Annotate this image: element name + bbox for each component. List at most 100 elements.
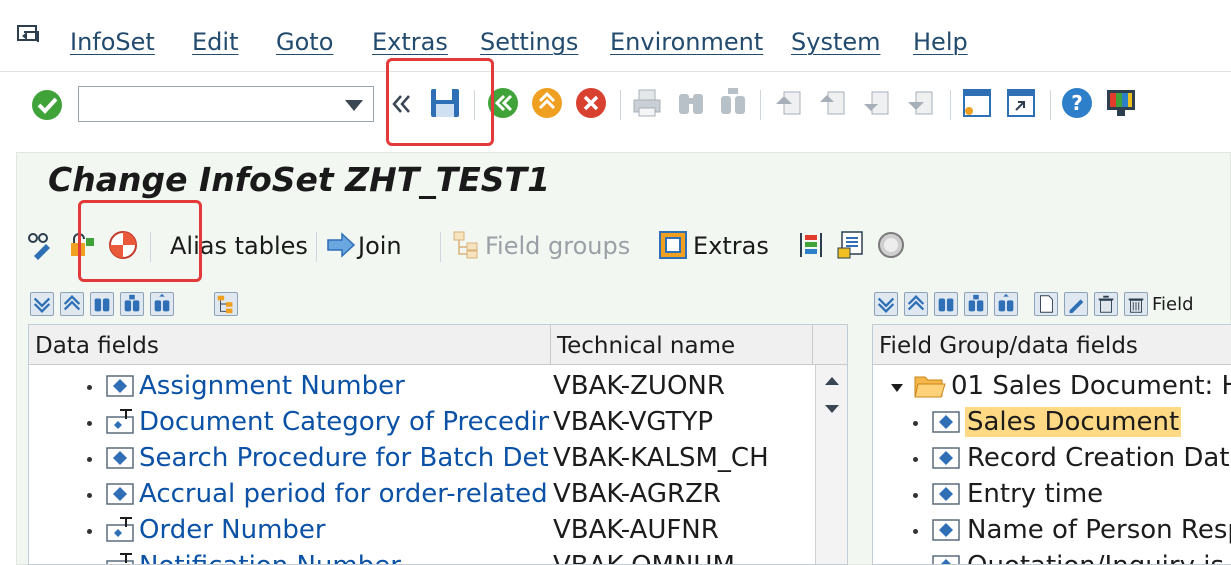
find-next-icon[interactable] — [716, 86, 750, 120]
table-row[interactable]: Document Category of Preceding SD Docume… — [29, 405, 813, 441]
dropdown-arrow-icon[interactable] — [345, 100, 363, 111]
new-session-icon[interactable] — [960, 86, 994, 120]
menu-infoset[interactable]: InfoSet — [70, 28, 155, 56]
field-icon — [931, 517, 961, 543]
print-icon[interactable] — [630, 86, 664, 120]
menu-goto[interactable]: Goto — [276, 28, 333, 56]
column-header-spacer — [813, 325, 847, 365]
first-page-icon[interactable] — [772, 86, 806, 120]
shortcut-icon[interactable] — [1004, 86, 1038, 120]
scroll-arrows-icon[interactable] — [816, 365, 848, 425]
expand-all-icon[interactable] — [874, 292, 898, 316]
field-button[interactable]: Field — [1124, 292, 1231, 316]
toolbar-separator — [440, 232, 441, 262]
find-icon[interactable] — [674, 86, 708, 120]
column-header-technical-name[interactable]: Technical name — [551, 325, 813, 365]
find-next-icon[interactable] — [964, 292, 988, 316]
table-row[interactable]: Assignment Number VBAK-ZUONR — [29, 369, 813, 405]
document-list-icon[interactable] — [836, 230, 866, 260]
alias-tables-button[interactable]: Alias tables — [170, 232, 308, 260]
toolbar-separator — [474, 90, 475, 120]
join-arrow-icon — [326, 232, 356, 258]
group-name: 01 Sales Document: Header Data — [951, 371, 1231, 401]
exit-icon[interactable] — [530, 86, 564, 120]
join-button[interactable]: Join — [358, 232, 402, 260]
command-field[interactable] — [78, 86, 374, 122]
table-row[interactable]: Order Number VBAK-AUFNR — [29, 513, 813, 549]
page-title: Change InfoSet ZHT_TEST1 — [48, 160, 551, 199]
tree-node-field[interactable]: Record Creation Date — [873, 441, 1231, 477]
expand-all-icon[interactable] — [30, 292, 54, 316]
tree-node-field[interactable]: Name of Person Responsible — [873, 513, 1231, 549]
collapse-icon[interactable] — [388, 90, 414, 118]
find-next-icon[interactable] — [120, 292, 144, 316]
layout-icon[interactable] — [1104, 86, 1138, 120]
expand-triangle-icon[interactable] — [889, 380, 905, 396]
find-icon[interactable] — [90, 292, 114, 316]
toolbar-separator — [760, 90, 761, 120]
status-circle-icon[interactable] — [876, 230, 906, 260]
tree-bullet — [87, 457, 92, 462]
enter-icon[interactable] — [30, 88, 64, 122]
last-page-icon[interactable] — [904, 86, 938, 120]
field-group-panel: Field Group/data fields 01 Sales Documen… — [872, 324, 1231, 565]
column-header-data-fields[interactable]: Data fields — [29, 325, 551, 365]
save-icon[interactable] — [428, 86, 462, 120]
table-row[interactable]: Notification Number VBAK-QMNUM — [29, 549, 813, 564]
toolbar-separator — [620, 90, 621, 120]
find-prev-icon[interactable] — [150, 292, 174, 316]
extras-icon — [658, 230, 688, 260]
table-row[interactable]: Accrual period for order-related billing… — [29, 477, 813, 513]
tree-bullet — [87, 529, 92, 534]
extras-button[interactable]: Extras — [693, 232, 769, 260]
display-change-icon[interactable] — [26, 230, 56, 260]
hierarchy-icon[interactable] — [214, 292, 238, 316]
collapse-all-icon[interactable] — [904, 292, 928, 316]
help-icon[interactable]: ? — [1060, 86, 1094, 120]
check-icon[interactable] — [108, 230, 138, 260]
folder-open-icon — [913, 373, 947, 399]
menu-options-icon[interactable] — [16, 24, 46, 50]
back-icon[interactable] — [486, 86, 520, 120]
create-document-icon[interactable] — [1034, 292, 1058, 316]
text-field-icon — [105, 409, 135, 435]
toolbar-separator — [950, 90, 951, 120]
tree-bullet — [87, 421, 92, 426]
menu-environment[interactable]: Environment — [610, 28, 763, 56]
prev-page-icon[interactable] — [816, 86, 850, 120]
field-groups-button[interactable]: Field groups — [485, 232, 630, 260]
toolbar-separator — [1050, 90, 1051, 120]
tree-node-field[interactable]: Entry time — [873, 477, 1231, 513]
column-header-field-group[interactable]: Field Group/data fields — [873, 325, 1231, 365]
next-page-icon[interactable] — [860, 86, 894, 120]
find-prev-icon[interactable] — [994, 292, 1018, 316]
field-name: Search Procedure for Batch Determination — [139, 443, 549, 473]
toolbar-separator — [150, 232, 151, 262]
find-icon[interactable] — [934, 292, 958, 316]
table-row[interactable]: Search Procedure for Batch Determination… — [29, 441, 813, 477]
edit-pencil-icon[interactable] — [1064, 292, 1088, 316]
menu-system[interactable]: System — [791, 28, 881, 56]
tree-bullet — [913, 529, 918, 534]
tree-bullet — [87, 385, 92, 390]
field-name: Order Number — [139, 515, 326, 545]
svg-text:?: ? — [1071, 91, 1083, 115]
field-icon — [931, 553, 961, 564]
menu-help[interactable]: Help — [913, 28, 968, 56]
vertical-scrollbar[interactable] — [815, 365, 848, 564]
menu-extras[interactable]: Extras — [372, 28, 448, 56]
collapse-all-icon[interactable] — [60, 292, 84, 316]
tree-node-group[interactable]: 01 Sales Document: Header Data — [873, 369, 1231, 405]
field-name: Document Category of Preceding SD Docume… — [139, 407, 549, 437]
delete-icon[interactable] — [1094, 292, 1118, 316]
tree-node-field[interactable]: Sales Document — [873, 405, 1231, 441]
cancel-icon[interactable] — [574, 86, 608, 120]
technical-name: VBAK-VGTYP — [553, 407, 714, 437]
menu-edit[interactable]: Edit — [192, 28, 238, 56]
tree-node-field[interactable]: Quotation/Inquiry is valid from — [873, 549, 1231, 564]
lock-icon[interactable] — [68, 230, 98, 260]
tree-bullet — [913, 421, 918, 426]
column-layout-icon[interactable] — [796, 230, 826, 260]
tree-bullet — [87, 493, 92, 498]
menu-settings[interactable]: Settings — [480, 28, 578, 56]
